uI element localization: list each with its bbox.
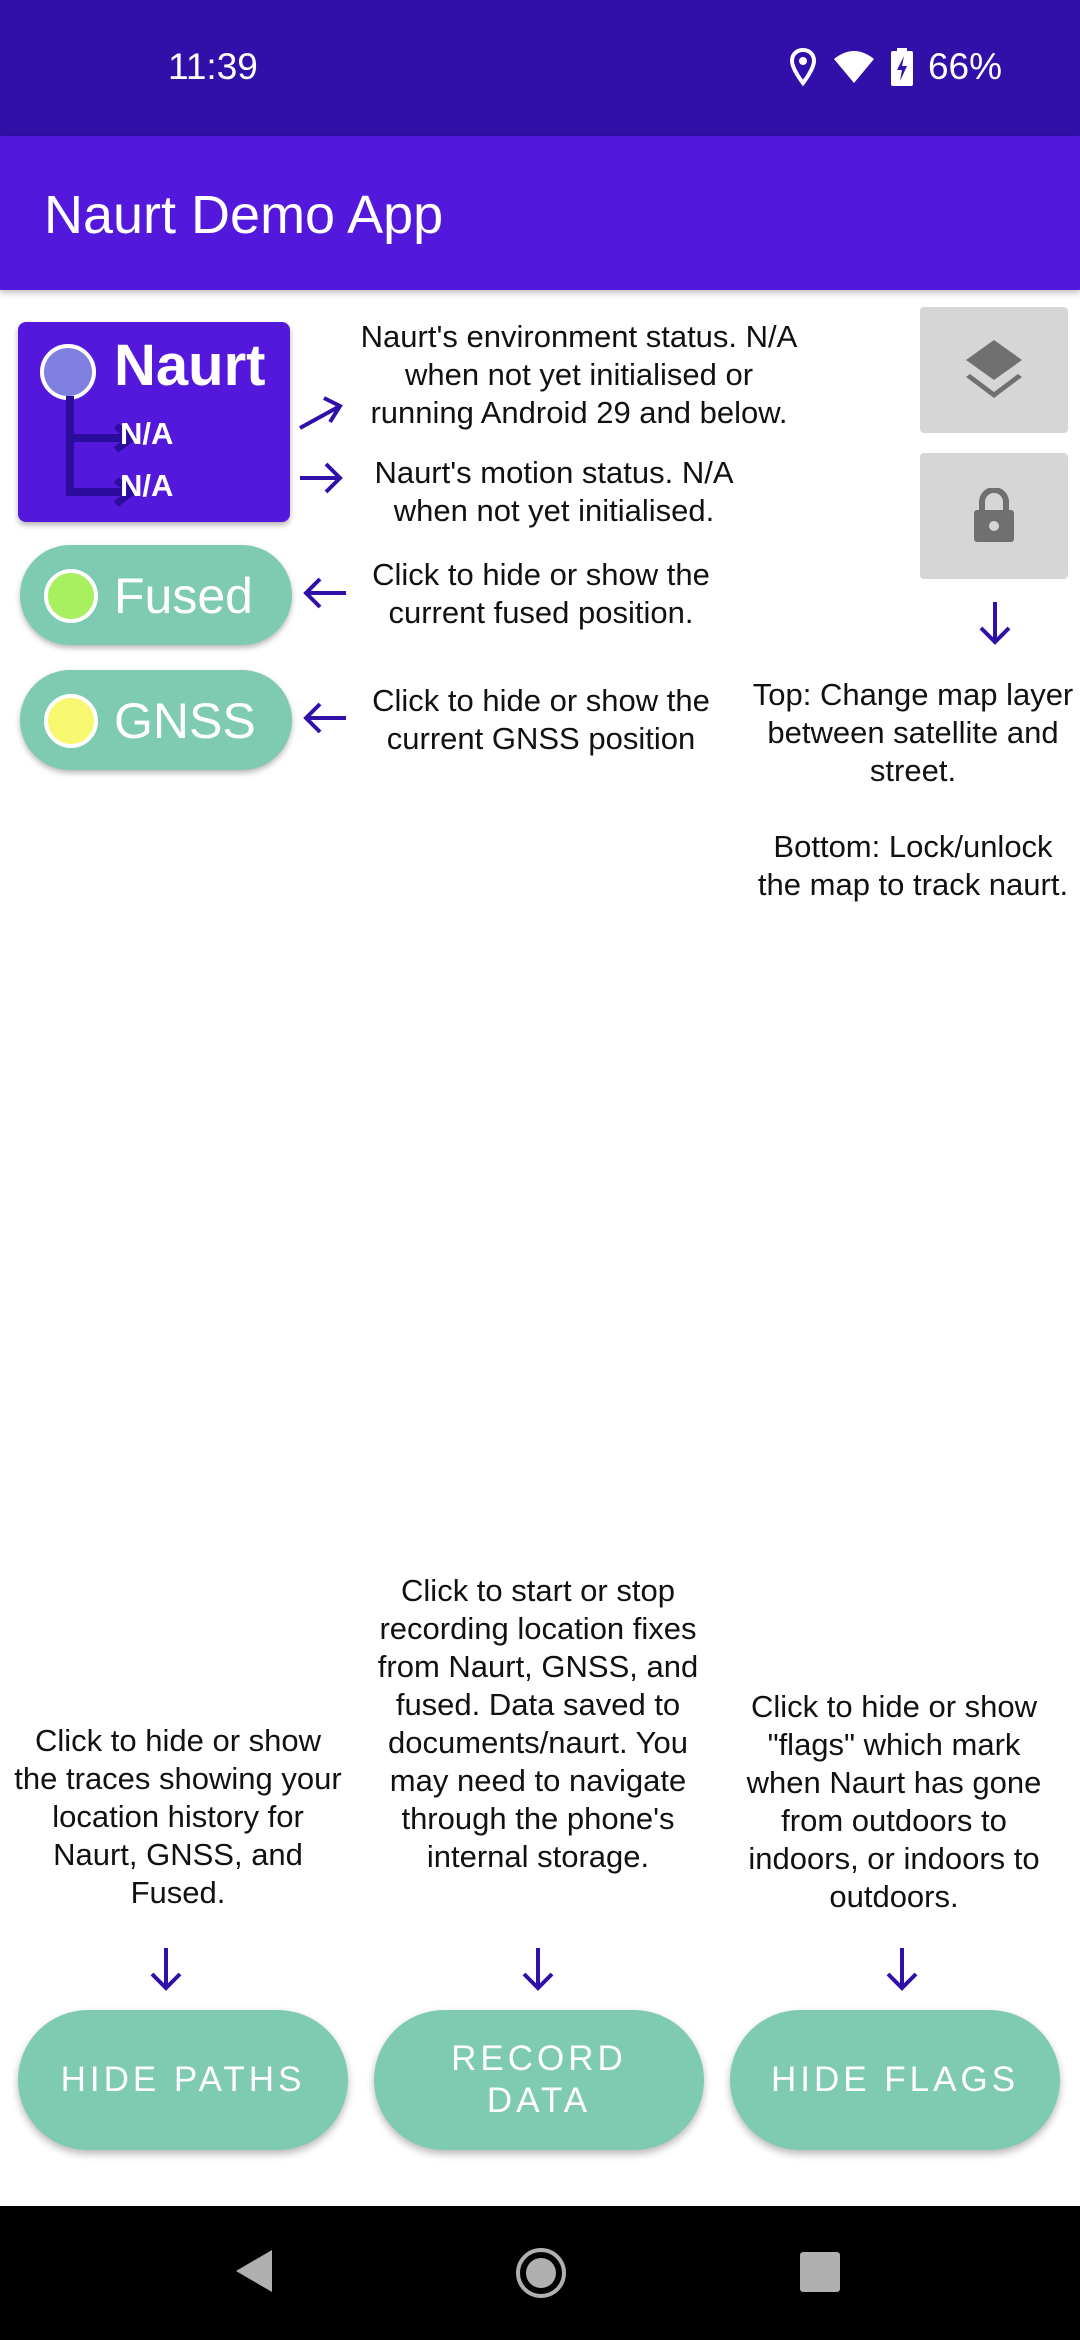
map-lock-help: Bottom: Lock/unlock the map to track nau… xyxy=(757,829,1069,902)
hide-paths-help: Click to hide or show the traces showing… xyxy=(14,1723,342,1910)
environment-status-help: Naurt's environment status. N/A when not… xyxy=(360,319,798,430)
map-layers-button[interactable] xyxy=(920,307,1068,433)
status-bar: 11:39 66% xyxy=(0,0,1080,136)
hide-flags-help: Click to hide or show "flags" which mark… xyxy=(746,1689,1042,1914)
gnss-toggle-button[interactable]: GNSS xyxy=(20,670,292,770)
arrow-left-icon xyxy=(303,577,346,609)
nav-back-icon[interactable] xyxy=(232,2246,276,2296)
gnss-toggle-help: Click to hide or show the current GNSS p… xyxy=(372,683,710,756)
hide-flags-label: HIDE FLAGS xyxy=(770,2060,1020,2099)
nav-recents-icon[interactable] xyxy=(798,2246,842,2296)
fused-toggle-button[interactable]: Fused xyxy=(20,545,292,645)
motion-status-help: Naurt's motion status. N/A when not yet … xyxy=(374,455,734,528)
record-data-label: RECORD DATA xyxy=(451,2039,627,2120)
naurt-status-card[interactable]: Naurt N/A N/A xyxy=(18,322,290,522)
map-lock-button[interactable] xyxy=(920,453,1068,579)
location-icon xyxy=(788,47,818,87)
gnss-toggle-label: GNSS xyxy=(114,693,256,749)
arrow-right-icon xyxy=(299,396,343,430)
hide-paths-label: HIDE PATHS xyxy=(60,2060,306,2099)
app-bar: Naurt Demo App xyxy=(0,136,1080,290)
record-data-button[interactable]: RECORD DATA xyxy=(374,2010,704,2150)
naurt-position-dot xyxy=(40,344,96,400)
naurt-card-title: Naurt xyxy=(114,333,266,398)
lock-icon xyxy=(974,488,1014,542)
wifi-icon xyxy=(832,49,876,85)
battery-charging-icon xyxy=(890,47,914,87)
system-nav-bar xyxy=(0,2206,1080,2340)
app-title: Naurt Demo App xyxy=(44,185,444,245)
status-time: 11:39 xyxy=(168,46,258,87)
arrow-right-icon xyxy=(300,462,343,494)
arrow-down-icon xyxy=(886,1948,918,1991)
status-icons: 66% xyxy=(788,44,1002,90)
arrow-down-icon xyxy=(979,602,1011,645)
fused-toggle-help: Click to hide or show the current fused … xyxy=(372,557,710,630)
motion-status-value: N/A xyxy=(120,468,174,503)
hide-flags-button[interactable]: HIDE FLAGS xyxy=(730,2010,1060,2150)
arrow-down-icon xyxy=(150,1948,182,1991)
arrow-down-icon xyxy=(522,1948,554,1991)
battery-percentage: 66% xyxy=(927,46,1002,87)
arrow-left-icon xyxy=(303,702,346,734)
fused-dot xyxy=(44,569,98,623)
record-data-help: Click to start or stop recording locatio… xyxy=(377,1573,699,1874)
map-layer-help: Top: Change map layer between satellite … xyxy=(752,677,1074,788)
fused-toggle-label: Fused xyxy=(114,568,253,624)
layers-icon xyxy=(966,340,1022,398)
gnss-dot xyxy=(44,694,98,748)
hide-paths-button[interactable]: HIDE PATHS xyxy=(18,2010,348,2150)
nav-home-icon[interactable] xyxy=(514,2246,568,2300)
environment-status-value: N/A xyxy=(120,416,174,451)
